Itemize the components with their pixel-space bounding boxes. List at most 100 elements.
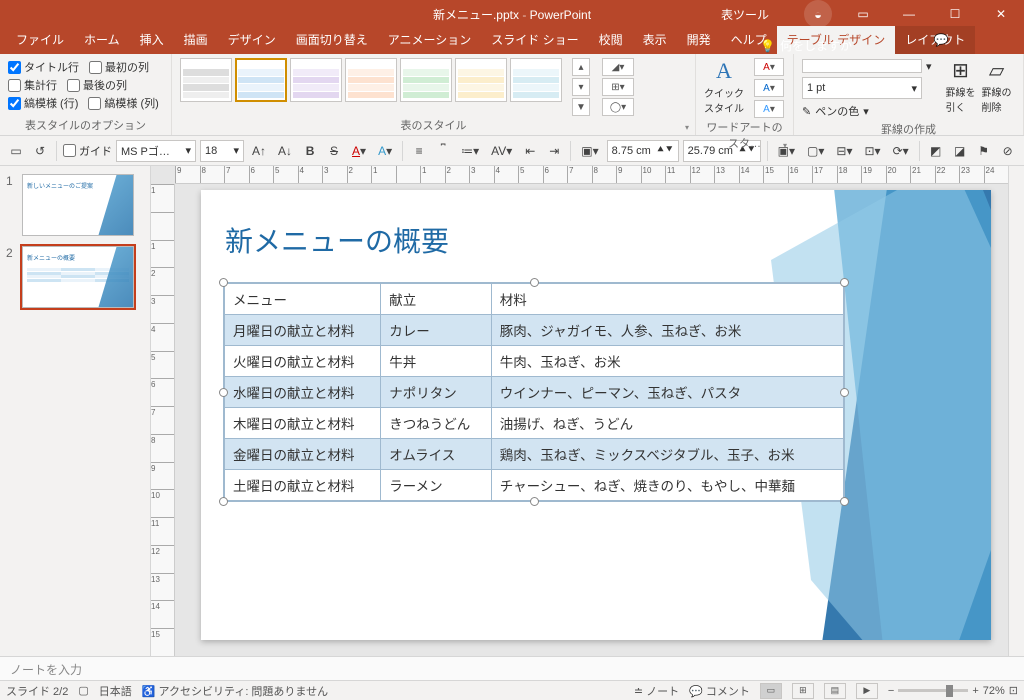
tab-view[interactable]: 表示 (633, 26, 677, 54)
notes-pane[interactable]: ノートを入力 (0, 656, 1024, 680)
font-color-icon[interactable]: A▾ (348, 140, 370, 162)
eraser-button[interactable]: ▱罫線の 削除 (982, 58, 1012, 114)
tab-design[interactable]: デザイン (218, 26, 286, 54)
thumbnail-2[interactable]: 2 新メニューの概要 (6, 246, 144, 308)
maximize-icon[interactable]: ☐ (932, 0, 978, 28)
table-style-preset[interactable] (180, 58, 232, 102)
ribbon-options-icon[interactable]: ▭ (840, 0, 886, 28)
table-cell[interactable]: 牛肉、玉ねぎ、お米 (491, 346, 843, 377)
table-cell[interactable]: ウインナー、ピーマン、玉ねぎ、パスタ (491, 377, 843, 408)
indent-dec-icon[interactable]: ⇤ (520, 140, 540, 162)
tab-draw[interactable]: 描画 (174, 26, 218, 54)
pen-weight-combo[interactable]: 1 pt▾ (802, 77, 922, 99)
reset-icon[interactable]: ↺ (30, 140, 50, 162)
font-size-combo[interactable]: 18▾ (200, 140, 244, 162)
text-effects-icon[interactable]: A▾ (754, 100, 784, 118)
notes-button[interactable]: ≐ ノート (634, 683, 679, 699)
tab-insert[interactable]: 挿入 (130, 26, 174, 54)
zoom-control[interactable]: − + 72% ⊡ (888, 684, 1018, 697)
misc1-icon[interactable]: ◩ (926, 140, 946, 162)
table-style-preset[interactable] (290, 58, 342, 102)
chk-total-row[interactable]: 集計行 (8, 77, 57, 93)
chk-first-col[interactable]: 最初の列 (89, 59, 149, 75)
pen-style-combo[interactable] (802, 59, 922, 73)
zoom-in-icon[interactable]: + (972, 685, 978, 697)
table-style-preset[interactable] (455, 58, 507, 102)
chk-banded-rows[interactable]: 縞模様 (行) (8, 95, 78, 111)
slide-table[interactable]: メニュー献立材料月曜日の献立と材料カレー豚肉、ジャガイモ、人参、玉ねぎ、お米火曜… (224, 283, 844, 501)
wordart-icon[interactable]: A▾ (374, 140, 396, 162)
misc3-icon[interactable]: ⚑ (974, 140, 994, 162)
chk-banded-cols[interactable]: 縞模様 (列) (88, 95, 158, 111)
chevron-down-icon[interactable]: ▾ (926, 60, 932, 73)
gallery-more-icon[interactable]: ▼ (572, 98, 590, 116)
table-cell[interactable]: ラーメン (381, 470, 492, 501)
borders-icon[interactable]: ⊞▾ (602, 78, 634, 96)
shading-icon[interactable]: ◢▾ (602, 58, 634, 76)
language-indicator[interactable]: 日本語 (99, 683, 132, 699)
chk-guides[interactable]: ガイド (63, 143, 112, 159)
misc4-icon[interactable]: ⊘ (998, 140, 1018, 162)
table-cell[interactable]: オムライス (381, 439, 492, 470)
shrink-font-icon[interactable]: A↓ (274, 140, 296, 162)
table-cell[interactable]: 木曜日の献立と材料 (225, 408, 381, 439)
minimize-icon[interactable]: ― (886, 0, 932, 28)
table-style-preset[interactable] (235, 58, 287, 102)
tab-review[interactable]: 校閲 (589, 26, 633, 54)
orientation-icon[interactable]: ▭ (6, 140, 26, 162)
table-style-preset[interactable] (510, 58, 562, 102)
table-cell[interactable]: 鶏肉、玉ねぎ、ミックスベジタブル、玉子、お米 (491, 439, 843, 470)
group-icon[interactable]: ⊡▾ (861, 140, 885, 162)
tab-developer[interactable]: 開発 (677, 26, 721, 54)
strike-icon[interactable]: S (324, 140, 344, 162)
resize-handle[interactable] (840, 497, 849, 506)
tab-file[interactable]: ファイル (6, 26, 74, 54)
draw-table-button[interactable]: ⊞罫線を 引く (946, 58, 976, 114)
zoom-level[interactable]: 72% (983, 685, 1005, 697)
send-backward-icon[interactable]: ▢▾ (803, 140, 828, 162)
insert-icon[interactable]: ▣▾ (577, 140, 602, 162)
bold-icon[interactable]: B (300, 140, 320, 162)
indent-inc-icon[interactable]: ⇥ (544, 140, 564, 162)
slide[interactable]: 新メニューの概要 メニュー献立材料月曜日の献立と材料カレー豚肉、ジャガイモ、人参… (201, 190, 991, 640)
resize-handle[interactable] (219, 388, 228, 397)
tab-slideshow[interactable]: スライド ショー (481, 26, 588, 54)
rotate-icon[interactable]: ⟳▾ (889, 140, 913, 162)
align-top-icon[interactable]: ⎴ (433, 140, 453, 162)
fit-icon[interactable]: ⊡ (1009, 684, 1018, 697)
chk-last-col[interactable]: 最後の列 (67, 77, 127, 93)
resize-handle[interactable] (530, 497, 539, 506)
zoom-out-icon[interactable]: − (888, 685, 894, 697)
style-gallery[interactable] (180, 58, 562, 102)
tell-me[interactable]: 💡何をしますか (760, 37, 852, 54)
align-left-icon[interactable]: ≡ (409, 140, 429, 162)
table-cell[interactable]: 月曜日の献立と材料 (225, 315, 381, 346)
table-cell[interactable]: 火曜日の献立と材料 (225, 346, 381, 377)
table-style-preset[interactable] (400, 58, 452, 102)
table-cell[interactable]: チャーシュー、ねぎ、焼きのり、もやし、中華麺 (491, 470, 843, 501)
resize-handle[interactable] (840, 388, 849, 397)
resize-handle[interactable] (530, 278, 539, 287)
slide-canvas[interactable]: 9876543211234567891011121314151617181920… (151, 166, 1024, 656)
sorter-view-icon[interactable]: ⊞ (792, 683, 814, 699)
text-outline-icon[interactable]: A▾ (754, 79, 784, 97)
comments-button[interactable]: 💬 コメント (689, 683, 750, 699)
share-icon[interactable]: 💬 (918, 26, 964, 54)
align-icon[interactable]: ⊟▾ (832, 140, 856, 162)
tab-transitions[interactable]: 画面切り替え (286, 26, 378, 54)
text-fill-icon[interactable]: A▾ (754, 58, 784, 76)
account-icon[interactable]: ◒ (804, 0, 832, 28)
pen-color-button[interactable]: ✎ペンの色 ▾ (802, 103, 932, 119)
resize-handle[interactable] (219, 278, 228, 287)
quick-styles-button[interactable]: A クイック スタイル (704, 58, 744, 115)
table-cell[interactable]: 油揚げ、ねぎ、うどん (491, 408, 843, 439)
gallery-scroll-up-icon[interactable]: ▴ (572, 58, 590, 76)
vertical-scrollbar[interactable] (1008, 166, 1024, 656)
chk-header-row[interactable]: タイトル行 (8, 59, 79, 75)
grow-font-icon[interactable]: A↑ (248, 140, 270, 162)
table-header-cell[interactable]: メニュー (225, 284, 381, 315)
font-family-combo[interactable]: MS Pゴ…▾ (116, 140, 196, 162)
table-cell[interactable]: 牛丼 (381, 346, 492, 377)
reading-view-icon[interactable]: ▤ (824, 683, 846, 699)
close-icon[interactable]: ✕ (978, 0, 1024, 28)
